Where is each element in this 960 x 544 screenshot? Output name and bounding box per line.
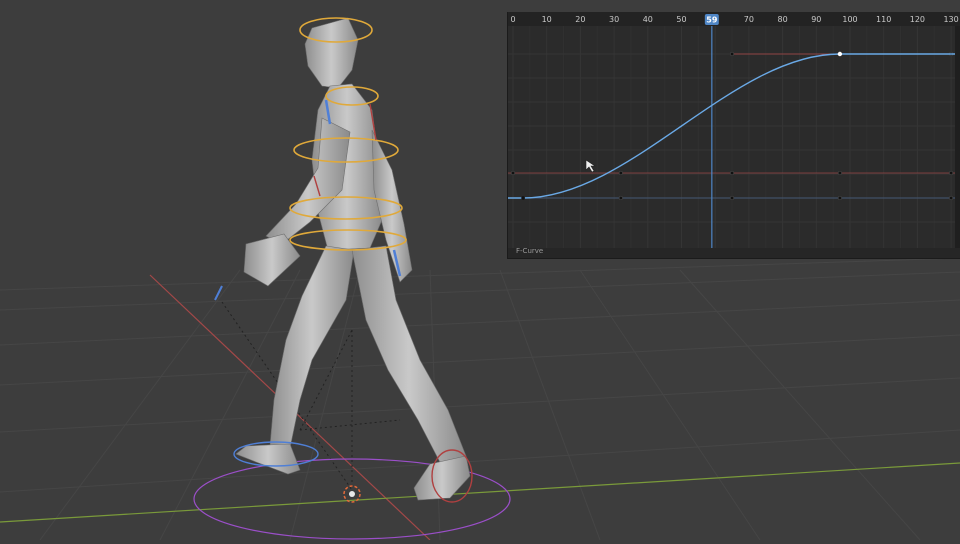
keyframe-point (618, 195, 623, 201)
keyframe-point (949, 195, 954, 201)
keyframe-point (837, 170, 842, 176)
keyframe-point (730, 195, 735, 201)
ruler-label: 70 (744, 15, 754, 24)
ruler-label: 20 (575, 15, 585, 24)
selected-keyframe (837, 51, 843, 57)
current-frame-label: 59 (706, 16, 718, 25)
start-keyframe (521, 196, 525, 200)
keyframe-point (837, 195, 842, 201)
ruler-label: 50 (676, 15, 686, 24)
ruler-label: 100 (842, 15, 857, 24)
graph-scrollbar (955, 26, 960, 248)
graph-editor-footer: F-Curve (508, 247, 960, 258)
graph-editor-panel[interactable]: 0 10 20 30 40 50 70 80 90 100 110 120 130 59 F-Curve (507, 12, 960, 259)
ruler-label: 120 (910, 15, 925, 24)
keyframe-point (730, 170, 735, 176)
ruler-label: 10 (542, 15, 552, 24)
ruler-label: 90 (811, 15, 821, 24)
ruler-label: 130 (943, 15, 958, 24)
ruler-label: 0 (510, 15, 515, 24)
graph-editor-canvas: 0 10 20 30 40 50 70 80 90 100 110 120 130 59 (508, 12, 960, 248)
graph-background (508, 12, 960, 248)
footer-label: F-Curve (516, 247, 544, 255)
ruler-label: 110 (876, 15, 891, 24)
ruler-label: 40 (643, 15, 653, 24)
keyframe-point (949, 170, 954, 176)
keyframe-point (730, 51, 735, 57)
keyframe-point (510, 170, 516, 176)
ruler-label: 30 (609, 15, 619, 24)
keyframe-point (618, 170, 623, 176)
ruler-label: 80 (778, 15, 788, 24)
